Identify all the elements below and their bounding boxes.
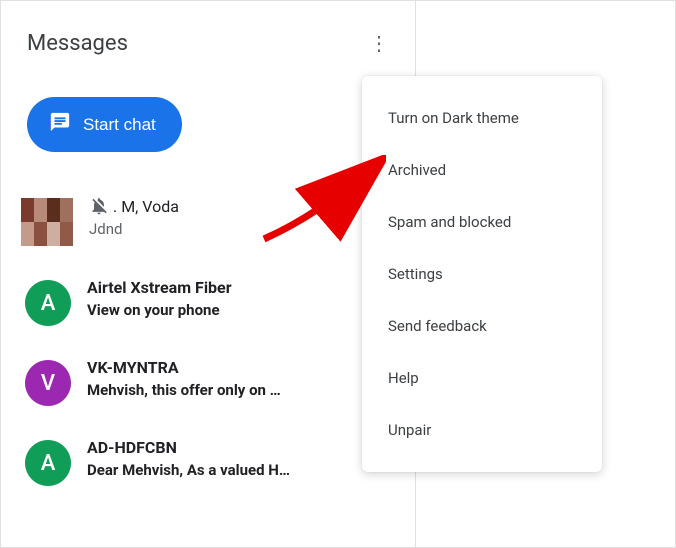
conversation-title: VK-MYNTRA xyxy=(87,358,179,377)
conversation-snippet: Mehvish, this offer only on … xyxy=(87,381,399,399)
conversation-item[interactable]: V VK-MYNTRA Mehvish, this offer only on … xyxy=(1,348,415,428)
menu-item-help[interactable]: Help xyxy=(362,352,602,404)
mute-icon xyxy=(89,196,109,216)
avatar xyxy=(21,198,73,246)
conversation-item[interactable]: A AD-HDFCBN Dear Mehvish, As a valued H… xyxy=(1,428,415,508)
start-chat-label: Start chat xyxy=(83,115,156,135)
conversation-item[interactable]: A Airtel Xstream Fiber View on your phon… xyxy=(1,268,415,348)
avatar: V xyxy=(25,360,71,406)
conversation-list: . M, Voda Jdnd 17/11/2 A Airtel Xstream … xyxy=(1,186,415,508)
start-chat-icon xyxy=(49,111,71,138)
conversation-title: . M, Voda xyxy=(113,197,179,216)
avatar: A xyxy=(25,280,71,326)
conversation-body: Airtel Xstream Fiber View on your phone xyxy=(87,278,399,319)
menu-item-archived[interactable]: Archived xyxy=(362,144,602,196)
conversation-snippet: Dear Mehvish, As a valued H… xyxy=(87,461,399,479)
menu-item-settings[interactable]: Settings xyxy=(362,248,602,300)
more-vert-icon: ⋮ xyxy=(369,31,389,56)
page-title: Messages xyxy=(27,31,128,56)
menu-item-spam-blocked[interactable]: Spam and blocked xyxy=(362,196,602,248)
header: Messages ⋮ xyxy=(1,1,415,73)
overflow-menu: Turn on Dark theme Archived Spam and blo… xyxy=(362,76,602,472)
conversation-item[interactable]: . M, Voda Jdnd 17/11/2 xyxy=(1,186,415,268)
avatar: A xyxy=(25,440,71,486)
conversation-snippet: Jdnd xyxy=(89,220,399,238)
menu-item-send-feedback[interactable]: Send feedback xyxy=(362,300,602,352)
conversation-title: AD-HDFCBN xyxy=(87,438,177,457)
more-options-button[interactable]: ⋮ xyxy=(359,23,399,63)
conversation-body: AD-HDFCBN Dear Mehvish, As a valued H… xyxy=(87,438,399,479)
start-chat-button[interactable]: Start chat xyxy=(27,97,182,152)
menu-item-unpair[interactable]: Unpair xyxy=(362,404,602,456)
conversation-snippet: View on your phone xyxy=(87,301,399,319)
conversation-title: Airtel Xstream Fiber xyxy=(87,278,232,297)
conversations-panel: Messages ⋮ Start chat . M, Voda xyxy=(1,1,416,547)
conversation-body: VK-MYNTRA Mehvish, this offer only on … xyxy=(87,358,399,399)
menu-item-dark-theme[interactable]: Turn on Dark theme xyxy=(362,92,602,144)
